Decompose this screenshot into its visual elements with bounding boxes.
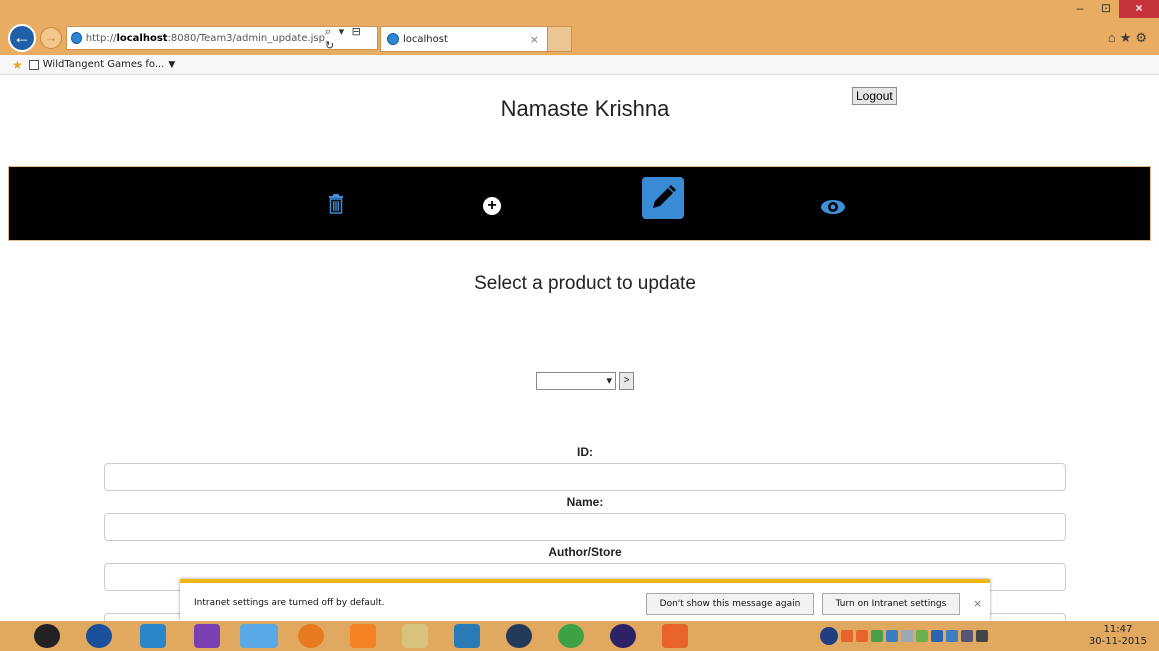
name-field[interactable]	[104, 513, 1066, 541]
forward-button[interactable]: →	[40, 27, 62, 49]
tray-icon[interactable]	[946, 630, 958, 642]
minimize-button[interactable]: –	[1067, 0, 1093, 18]
chrome-icon[interactable]	[558, 624, 584, 648]
tray-icon[interactable]	[901, 630, 913, 642]
page-content: Logout Namaste Krishna + Select a produc…	[0, 76, 1159, 621]
address-controls[interactable]: ⌕ ▾ ⊟ ↻	[325, 25, 373, 52]
paint-icon[interactable]	[194, 624, 220, 648]
favorite-link[interactable]: WildTangent Games fo...	[43, 59, 165, 70]
webcam-icon[interactable]	[506, 624, 532, 648]
media-player-icon[interactable]	[34, 624, 60, 648]
close-window-button[interactable]: ×	[1119, 0, 1159, 18]
tab-favicon-icon	[387, 33, 399, 45]
windows-taskbar: 11:47 30-11-2015	[0, 621, 1159, 651]
new-tab-button[interactable]	[548, 26, 572, 52]
eclipse-icon[interactable]	[610, 624, 636, 648]
dont-show-again-button[interactable]: Don't show this message again	[646, 593, 814, 615]
back-button[interactable]: ←	[8, 24, 36, 52]
clock-date: 30-11-2015	[1088, 636, 1147, 647]
turn-on-intranet-button[interactable]: Turn on Intranet settings	[822, 593, 960, 615]
section-title: Select a product to update	[474, 273, 696, 294]
system-tray	[820, 627, 988, 645]
browser-titlebar: – ⊡ × ← → http://localhost:8080/Team3/ad…	[0, 0, 1159, 55]
vlc-icon[interactable]	[350, 624, 376, 648]
gear-icon[interactable]: ⚙	[1135, 30, 1151, 45]
chevron-down-icon: ▾	[606, 375, 612, 387]
address-bar[interactable]: http://localhost:8080/Team3/admin_update…	[66, 25, 378, 52]
tab-close-button[interactable]: ×	[530, 33, 539, 46]
forward-arrow-icon: →	[44, 30, 58, 45]
go-button[interactable]: >	[619, 372, 634, 390]
tray-icon[interactable]	[916, 630, 928, 642]
product-picker: ▾ >	[536, 372, 634, 390]
tab-title: localhost	[403, 33, 448, 45]
greeting-title: Namaste Krishna	[500, 96, 670, 121]
internet-explorer-icon[interactable]	[240, 624, 278, 648]
product-select[interactable]: ▾	[536, 372, 616, 390]
firefox-icon[interactable]	[298, 624, 324, 648]
media-icon[interactable]	[454, 624, 480, 648]
plus-circle-icon[interactable]: +	[483, 197, 501, 215]
trash-icon[interactable]	[328, 194, 344, 214]
admin-nav-bar: +	[8, 166, 1151, 241]
url-prefix: http://	[85, 32, 117, 44]
favorites-star-icon[interactable]: ★	[12, 58, 23, 72]
help-icon[interactable]	[820, 627, 838, 645]
pencil-icon[interactable]	[642, 177, 684, 219]
volume-icon[interactable]	[976, 630, 988, 642]
network-icon[interactable]	[961, 630, 973, 642]
eye-icon[interactable]	[820, 199, 846, 215]
app-icon[interactable]	[140, 624, 166, 648]
id-field[interactable]	[104, 463, 1066, 491]
author-store-label: Author/Store	[548, 545, 622, 559]
folder-icon[interactable]	[402, 624, 428, 648]
notification-close-button[interactable]: ×	[973, 597, 982, 610]
notification-message: Intranet settings are turned off by defa…	[194, 598, 385, 608]
tray-icon[interactable]	[856, 630, 868, 642]
id-label: ID:	[577, 445, 593, 459]
clock-time: 11:47	[1103, 624, 1133, 635]
tray-icon[interactable]	[841, 630, 853, 642]
browser-tab[interactable]: localhost ×	[380, 26, 548, 52]
home-icon[interactable]: ⌂	[1108, 30, 1120, 45]
star-icon[interactable]: ★	[1120, 30, 1136, 45]
restore-button[interactable]: ⊡	[1093, 0, 1119, 18]
tray-icon[interactable]	[886, 630, 898, 642]
favorites-bar: ★ WildTangent Games fo... ▼	[0, 55, 1159, 75]
intranet-notification-bar: Intranet settings are turned off by defa…	[180, 579, 990, 621]
hp-icon[interactable]	[86, 624, 112, 648]
page-icon	[28, 59, 39, 70]
taskbar-clock[interactable]: 11:47 30-11-2015	[1089, 624, 1147, 648]
window-controls: – ⊡ ×	[1067, 0, 1159, 18]
url-path: :8080/Team3/admin_update.jsp	[167, 32, 325, 44]
tray-icon[interactable]	[931, 630, 943, 642]
tray-icon[interactable]	[871, 630, 883, 642]
name-label: Name:	[566, 495, 604, 509]
chevron-down-icon[interactable]: ▼	[168, 60, 175, 70]
back-arrow-icon: ←	[13, 27, 31, 47]
url-host: localhost	[116, 32, 168, 44]
xampp-icon[interactable]	[662, 624, 688, 648]
ie-favicon-icon	[71, 32, 82, 44]
